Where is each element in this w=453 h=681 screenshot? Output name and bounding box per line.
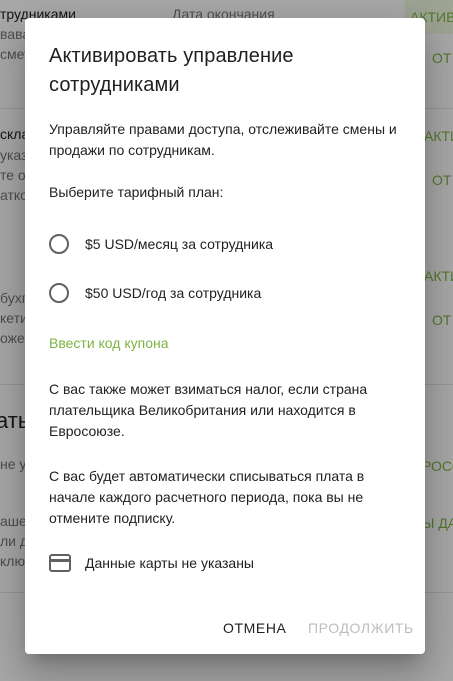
plan-prompt: Выберите тарифный план: bbox=[49, 184, 224, 200]
radio-button[interactable] bbox=[49, 283, 69, 303]
radio-button[interactable] bbox=[49, 234, 69, 254]
cancel-button[interactable]: ОТМЕНА bbox=[223, 614, 287, 642]
continue-button[interactable]: ПРОДОЛЖИТЬ bbox=[308, 614, 414, 642]
dialog-description: Управляйте правами доступа, отслеживайте… bbox=[49, 121, 397, 158]
billing-note: С вас будет автоматически списываться пл… bbox=[49, 468, 365, 526]
plan-option-yearly[interactable]: $50 USD/год за сотрудника bbox=[49, 281, 261, 305]
activate-employee-management-dialog: Активировать управление сотрудниками Упр… bbox=[25, 18, 425, 654]
enter-coupon-link[interactable]: Ввести код купона bbox=[49, 335, 169, 351]
tax-note: С вас также может взиматься налог, если … bbox=[49, 381, 368, 439]
card-status-row: Данные карты не указаны bbox=[49, 554, 254, 572]
card-status-label: Данные карты не указаны bbox=[85, 555, 254, 571]
dialog-title: Активировать управление сотрудниками bbox=[49, 45, 294, 96]
credit-card-icon bbox=[49, 554, 71, 572]
plan-option-label: $5 USD/месяц за сотрудника bbox=[85, 236, 274, 252]
plan-option-monthly[interactable]: $5 USD/месяц за сотрудника bbox=[49, 232, 273, 256]
plan-option-label: $50 USD/год за сотрудника bbox=[85, 285, 262, 301]
